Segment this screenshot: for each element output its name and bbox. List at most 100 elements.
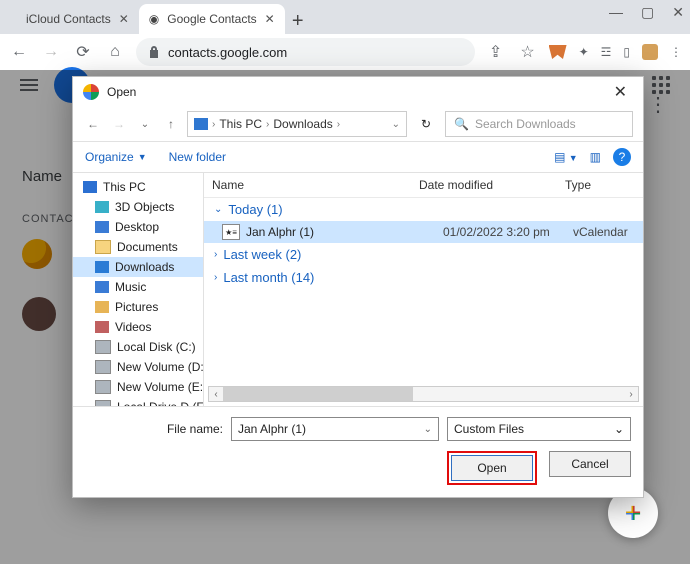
dialog-nav-row: ← → ⌄ ↑ › This PC › Downloads › ⌄ ↻ 🔍 Se… [73,107,643,142]
3d-icon [95,201,109,213]
column-headers[interactable]: Name Date modified Type [204,173,643,198]
search-input[interactable]: 🔍 Search Downloads [445,111,633,137]
lock-icon [148,45,160,59]
search-placeholder: Search Downloads [475,117,576,131]
reload-button[interactable]: ⟳ [72,41,94,63]
open-button-highlight: Open [447,451,537,485]
col-type[interactable]: Type [557,178,643,192]
dialog-footer: File name: Jan Alphr (1) ⌄ Custom Files … [73,406,643,497]
pc-icon [194,118,208,130]
close-icon[interactable]: ✕ [119,12,129,26]
dialog-titlebar: Open ✕ [73,77,643,107]
file-type: vCalendar [573,225,643,239]
tab-icloud[interactable]: iCloud Contacts ✕ [8,4,139,34]
nav-back-button[interactable]: ← [83,114,103,134]
path-bar[interactable]: › This PC › Downloads › ⌄ [187,111,407,137]
pc-icon [83,181,97,193]
chevron-down-icon[interactable]: ⌄ [614,422,624,436]
group-lastmonth[interactable]: ›Last month (14) [204,266,643,289]
organize-menu[interactable]: Organize▼ [85,150,147,164]
file-name-value: Jan Alphr (1) [238,422,306,436]
videos-icon [95,321,109,333]
tree-item-desktop[interactable]: Desktop [73,217,203,237]
folder-icon [95,240,111,254]
close-icon[interactable]: ✕ [265,12,275,26]
col-name[interactable]: Name [204,178,411,192]
maximize-icon[interactable]: ▢ [641,4,654,21]
cancel-button[interactable]: Cancel [549,451,631,477]
disk-icon [95,380,111,394]
horizontal-scrollbar[interactable]: ‹ › [208,386,639,402]
close-window-icon[interactable]: ✕ [672,4,684,21]
google-icon: ◉ [149,12,159,26]
chevron-down-icon[interactable]: ⌄ [424,424,432,435]
file-name-input[interactable]: Jan Alphr (1) ⌄ [231,417,439,441]
col-date[interactable]: Date modified [411,178,557,192]
metamask-icon[interactable] [549,45,567,59]
star-icon[interactable]: ☆ [517,41,539,63]
reading-list-icon[interactable]: ☲ [601,45,612,59]
profile-avatar-icon[interactable] [642,44,658,60]
minimize-icon[interactable]: — [609,4,623,21]
path-segment[interactable]: This PC [219,117,262,131]
file-open-dialog: Open ✕ ← → ⌄ ↑ › This PC › Downloads › ⌄… [72,76,644,498]
chrome-icon [83,84,99,100]
scroll-right-icon[interactable]: › [624,389,638,400]
view-mode-button[interactable]: ▤ ▼ [554,150,578,164]
chevron-right-icon: › [214,272,217,283]
desktop-icon [95,221,109,233]
pictures-icon [95,301,109,313]
share-icon[interactable]: ⇪ [485,41,507,63]
filter-value: Custom Files [454,422,524,436]
panel-icon[interactable]: ▯ [623,45,630,59]
file-name-label: File name: [85,422,223,436]
scroll-thumb[interactable] [223,387,413,401]
tree-item-downloads[interactable]: Downloads [73,257,203,277]
nav-recent-dropdown[interactable]: ⌄ [135,114,155,134]
forward-button[interactable]: → [40,41,62,63]
chevron-down-icon[interactable]: ⌄ [392,119,400,130]
tree-item-videos[interactable]: Videos [73,317,203,337]
nav-forward-button[interactable]: → [109,114,129,134]
group-lastweek[interactable]: ›Last week (2) [204,243,643,266]
home-button[interactable]: ⌂ [104,41,126,63]
new-folder-button[interactable]: New folder [169,150,226,164]
preview-pane-button[interactable]: ▥ [590,150,601,164]
back-button[interactable]: ← [8,41,30,63]
path-segment[interactable]: Downloads [273,117,332,131]
new-tab-button[interactable]: + [285,8,311,34]
tree-item-music[interactable]: Music [73,277,203,297]
tree-item-3dobjects[interactable]: 3D Objects [73,197,203,217]
file-list: Name Date modified Type ⌄Today (1) ★≡ Ja… [204,173,643,406]
tab-google-contacts[interactable]: ◉ Google Contacts ✕ [139,4,285,34]
refresh-button[interactable]: ↻ [413,117,439,131]
address-bar[interactable]: contacts.google.com [136,38,475,66]
dialog-close-button[interactable]: ✕ [608,82,633,102]
extensions-icon[interactable]: ✦ [579,45,589,59]
music-icon [95,281,109,293]
vcard-icon: ★≡ [222,224,240,240]
open-button[interactable]: Open [451,455,533,481]
tree-item-documents[interactable]: Documents [73,237,203,257]
help-button[interactable]: ? [613,148,631,166]
tree-item-localc[interactable]: Local Disk (C:) [73,337,203,357]
tree-item-vold[interactable]: New Volume (D:) [73,357,203,377]
tab-label: Google Contacts [167,12,256,26]
dialog-toolbar: Organize▼ New folder ▤ ▼ ▥ ? [73,142,643,173]
folder-tree[interactable]: This PC 3D Objects Desktop Documents Dow… [73,173,204,406]
tree-item-volf[interactable]: Local Drive D (F:) [73,397,203,406]
tree-item-thispc[interactable]: This PC [73,177,203,197]
scroll-left-icon[interactable]: ‹ [209,389,223,400]
disk-icon [95,340,111,354]
file-type-filter[interactable]: Custom Files ⌄ [447,417,631,441]
url-text: contacts.google.com [168,45,287,60]
kebab-menu-icon[interactable]: ⋮ [670,45,682,59]
disk-icon [95,360,111,374]
tab-label: iCloud Contacts [26,12,111,26]
tree-item-pictures[interactable]: Pictures [73,297,203,317]
tree-item-vole[interactable]: New Volume (E:) [73,377,203,397]
file-row[interactable]: ★≡ Jan Alphr (1) 01/02/2022 3:20 pm vCal… [204,221,643,243]
search-icon: 🔍 [454,117,469,131]
group-today[interactable]: ⌄Today (1) [204,198,643,221]
nav-up-button[interactable]: ↑ [161,114,181,134]
